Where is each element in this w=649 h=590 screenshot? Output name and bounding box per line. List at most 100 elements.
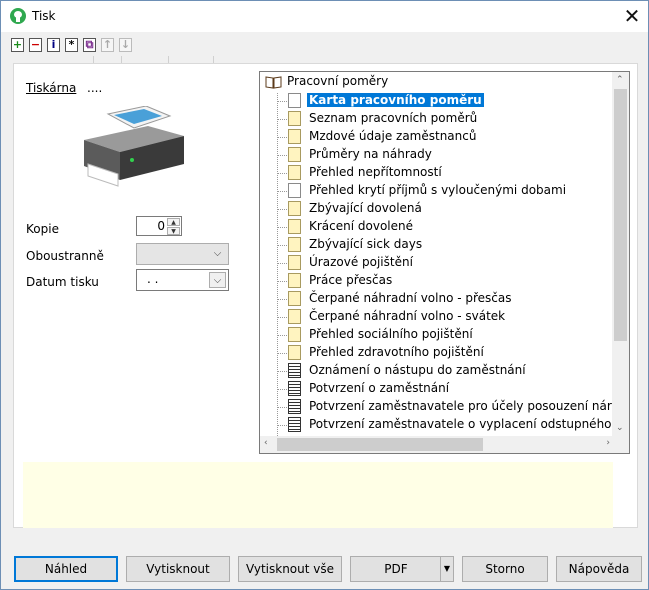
calendar-dropdown-icon[interactable]: ⌵	[209, 272, 226, 288]
stepper-down-icon[interactable]: ▼	[167, 227, 180, 235]
datum-value: . .	[147, 272, 159, 286]
report-folder-icon	[288, 309, 301, 324]
tree-item-label: Oznámení o nástupu do zaměstnání	[309, 363, 526, 377]
document-icon	[288, 363, 301, 378]
pdf-split-button[interactable]: PDF ▼	[350, 556, 454, 582]
pdf-label: PDF	[384, 562, 408, 576]
description-area	[23, 462, 613, 528]
document-icon	[288, 381, 301, 396]
tree-root-label: Pracovní poměry	[287, 74, 389, 88]
scroll-left-icon[interactable]: ‹	[264, 438, 268, 448]
report-folder-icon	[288, 291, 301, 306]
tree-connector	[277, 155, 287, 156]
printer-label[interactable]: Tiskárna	[26, 81, 76, 95]
tree-items: Pracovní poměry Karta pracovního poměru S…	[260, 72, 614, 436]
storno-button[interactable]: Storno	[462, 556, 548, 582]
vytisknout-button[interactable]: Vytisknout	[126, 556, 230, 582]
tree-item-label: Přehled krytí příjmů s vyloučenými dobam…	[309, 183, 567, 197]
horizontal-scrollbar[interactable]: ‹ ›	[260, 436, 614, 453]
report-tree[interactable]: Pracovní poměry Karta pracovního poměru S…	[259, 71, 630, 454]
kopie-label: Kopie	[26, 222, 59, 236]
datum-picker[interactable]: . . ⌵	[136, 269, 229, 291]
tree-item-label: Potvrzení zaměstnavatele o vyplacení ods…	[309, 417, 614, 431]
report-folder-icon	[288, 165, 301, 180]
report-folder-icon	[288, 111, 301, 126]
nahled-button[interactable]: Náhled	[14, 556, 118, 582]
scroll-up-icon[interactable]: ⌃	[616, 75, 624, 85]
tree-connector	[277, 263, 287, 264]
tree-item-label: Seznam pracovních poměrů	[309, 111, 478, 125]
tree-item-label: Přehled sociálního pojištění	[309, 327, 473, 341]
add-icon[interactable]: +	[11, 38, 24, 52]
report-folder-icon	[288, 237, 301, 252]
report-folder-icon	[288, 345, 301, 360]
page-icon	[288, 93, 301, 108]
content-panel: Tiskárna .... Kopie 0 ▲ ▼ Oboustranně ⌵ …	[13, 63, 638, 528]
scroll-right-icon[interactable]: ›	[606, 438, 610, 448]
tree-connector	[277, 209, 287, 210]
scroll-corner	[612, 436, 629, 453]
tree-item-label: Mzdové údaje zaměstnanců	[309, 129, 477, 143]
pdf-dropdown-icon[interactable]: ▼	[440, 557, 453, 581]
page-icon	[288, 183, 301, 198]
tree-item-label: Přehled zdravotního pojištění	[309, 345, 484, 359]
tree-item-label: Potvrzení o zaměstnání	[309, 381, 450, 395]
datum-label: Datum tisku	[26, 275, 99, 289]
tree-connector	[277, 389, 287, 390]
vytisknout-vse-button[interactable]: Vytisknout vše	[238, 556, 342, 582]
remove-icon[interactable]: −	[29, 38, 42, 52]
tree-connector	[277, 281, 287, 282]
kopie-stepper[interactable]: 0 ▲ ▼	[136, 216, 182, 236]
tree-item-label: Zbývající sick days	[309, 237, 423, 251]
tree-item-label: Zbývající dovolená	[309, 201, 422, 215]
tree-connector	[277, 191, 287, 192]
close-button[interactable]: ✕	[616, 1, 648, 32]
tree-connector	[277, 371, 287, 372]
document-icon	[288, 399, 301, 414]
tree-connector	[277, 137, 287, 138]
vertical-scrollbar[interactable]: ⌃ ⌄	[612, 72, 629, 436]
tree-connector	[277, 353, 287, 354]
move-up-icon: ↑	[101, 38, 114, 52]
tree-connector	[277, 101, 287, 102]
report-folder-icon	[288, 219, 301, 234]
app-icon	[10, 8, 26, 24]
tree-item-label: Čerpané náhradní volno - přesčas	[309, 291, 512, 305]
vertical-scroll-thumb[interactable]	[614, 89, 627, 341]
properties-icon[interactable]: *	[65, 38, 78, 52]
document-icon	[288, 417, 301, 432]
tree-connector	[277, 93, 278, 436]
napoveda-button[interactable]: Nápověda	[556, 556, 642, 582]
report-folder-icon	[288, 147, 301, 162]
tree-connector	[277, 335, 287, 336]
book-icon	[265, 76, 282, 89]
tree-connector	[277, 227, 287, 228]
oboustranne-select[interactable]: ⌵	[136, 243, 229, 265]
tree-item-label: Krácení dovolené	[309, 219, 413, 233]
info-icon[interactable]: i	[47, 38, 60, 52]
oboustranne-label: Oboustranně	[26, 249, 104, 263]
copy-icon[interactable]: ⧉	[83, 38, 96, 52]
print-dialog: Tisk ✕ + − i * ⧉ ↑ ↓ Tiskárna .... Kopie 0 ▲ ▼…	[0, 0, 649, 590]
title-bar: Tisk ✕	[1, 1, 648, 32]
scroll-down-icon[interactable]: ⌄	[616, 423, 624, 433]
tree-connector	[277, 407, 287, 408]
tree-connector	[277, 119, 287, 120]
tree-item-label: Práce přesčas	[309, 273, 393, 287]
window-title: Tisk	[32, 9, 56, 23]
stepper-up-icon[interactable]: ▲	[167, 218, 180, 226]
tree-item-label: Úrazové pojištění	[309, 255, 413, 269]
tree-item-label: Přehled nepřítomností	[309, 165, 442, 179]
kopie-value: 0	[157, 219, 165, 233]
tree-connector	[277, 245, 287, 246]
horizontal-scroll-thumb[interactable]	[277, 438, 483, 451]
tree-item-label: Čerpané náhradní volno - svátek	[309, 309, 506, 323]
tree-item-label: Průměry na náhrady	[309, 147, 432, 161]
printer-value: ....	[87, 81, 103, 95]
report-folder-icon	[288, 129, 301, 144]
report-folder-icon	[288, 327, 301, 342]
chevron-down-icon: ⌵	[213, 248, 222, 259]
tree-connector	[277, 299, 287, 300]
printer-icon	[84, 106, 184, 187]
tree-connector	[277, 425, 287, 426]
